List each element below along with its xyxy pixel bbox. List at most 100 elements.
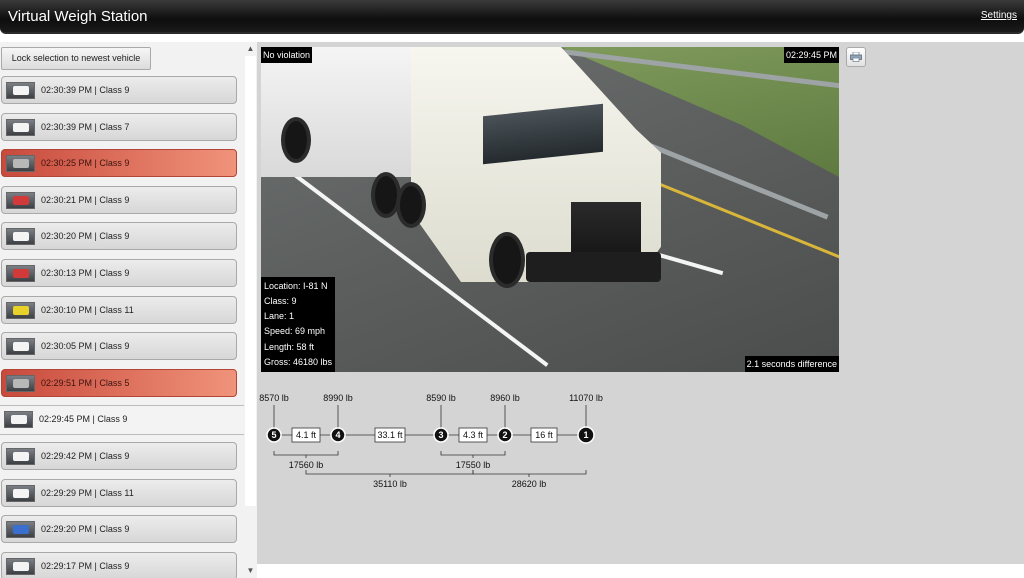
vehicle-thumbnail bbox=[6, 484, 35, 502]
vehicle-thumbnail bbox=[6, 191, 35, 209]
svg-text:5: 5 bbox=[271, 430, 276, 440]
vehicle-thumbnail bbox=[6, 82, 35, 99]
axle-spacing-4-5: 4.1 ft bbox=[291, 427, 321, 443]
truck-wheel bbox=[396, 182, 426, 228]
svg-text:4.3 ft: 4.3 ft bbox=[463, 430, 484, 440]
axle-weight-4: 8990 lb bbox=[323, 393, 353, 403]
svg-text:16 ft: 16 ft bbox=[535, 430, 553, 440]
svg-text:4: 4 bbox=[335, 430, 340, 440]
svg-text:3: 3 bbox=[438, 430, 443, 440]
axle-weight-1: 11070 lb bbox=[569, 393, 603, 403]
group-weight-tractor: 28620 lb bbox=[512, 479, 547, 489]
vehicle-thumbnail bbox=[6, 521, 35, 539]
truck-wheel bbox=[281, 117, 311, 163]
svg-text:33.1 ft: 33.1 ft bbox=[377, 430, 403, 440]
svg-text:4.1 ft: 4.1 ft bbox=[296, 430, 317, 440]
vehicle-thumbnail bbox=[6, 338, 35, 356]
group-weight-tandem-drive: 17550 lb bbox=[456, 460, 491, 470]
vehicle-thumbnail bbox=[6, 374, 35, 392]
capture-timestamp: 02:29:45 PM bbox=[783, 47, 839, 63]
axle-3: 3 bbox=[433, 427, 449, 443]
axle-spacing-2-3: 4.3 ft bbox=[458, 427, 488, 443]
axle-5: 5 bbox=[266, 427, 282, 443]
bottom-strip bbox=[257, 564, 1024, 578]
sidebar-scrollbar[interactable]: ▲ ▼ bbox=[244, 42, 257, 578]
vehicle-item-label: 02:29:20 PM | Class 9 bbox=[41, 524, 130, 535]
vehicle-list-item[interactable]: 02:29:29 PM | Class 11 bbox=[1, 478, 237, 507]
vehicle-list-item[interactable]: 02:29:17 PM | Class 9 bbox=[1, 551, 237, 578]
app-title: Virtual Weigh Station bbox=[8, 8, 148, 25]
camera-image: No violation 02:29:45 PM 2.1 seconds dif… bbox=[261, 47, 839, 372]
vehicle-list-item[interactable]: 02:29:51 PM | Class 5 bbox=[1, 368, 237, 397]
axle-2: 2 bbox=[497, 427, 513, 443]
vehicle-thumbnail bbox=[6, 301, 35, 319]
truck-wheel bbox=[489, 232, 525, 288]
main-panel: No violation 02:29:45 PM 2.1 seconds dif… bbox=[257, 42, 1024, 564]
vehicle-details: Location: I-81 N Class: 9 Lane: 1 Speed:… bbox=[261, 276, 336, 372]
vehicle-list-item[interactable]: 02:30:21 PM | Class 9 bbox=[1, 185, 237, 214]
lane-line bbox=[654, 252, 724, 276]
vehicle-item-label: 02:30:39 PM | Class 7 bbox=[41, 121, 130, 132]
truck-bumper bbox=[526, 252, 661, 282]
detail-length: Length: 58 ft bbox=[264, 341, 315, 352]
vehicle-thumbnail bbox=[6, 228, 35, 246]
detail-lane: Lane: 1 bbox=[264, 311, 295, 322]
vehicle-item-label: 02:29:45 PM | Class 9 bbox=[39, 414, 128, 425]
vehicle-item-label: 02:30:05 PM | Class 9 bbox=[41, 341, 130, 352]
vehicle-list-item[interactable]: 02:30:10 PM | Class 11 bbox=[1, 295, 237, 324]
group-weight-trailer: 35110 lb bbox=[373, 479, 407, 489]
vehicle-item-label: 02:29:42 PM | Class 9 bbox=[41, 451, 130, 461]
axle-diagram: 8570 lb 8990 lb 8590 lb 8960 lb 11070 lb… bbox=[259, 393, 603, 489]
violation-status: No violation bbox=[261, 47, 313, 63]
vehicle-thumbnail bbox=[6, 155, 35, 173]
vehicle-thumbnail bbox=[6, 557, 35, 575]
vehicle-item-label: 02:30:20 PM | Class 9 bbox=[41, 231, 130, 242]
vehicle-thumbnail bbox=[6, 448, 35, 465]
vehicle-list-item[interactable]: 02:30:13 PM | Class 9 bbox=[1, 259, 237, 287]
lock-newest-button[interactable]: Lock selection to newest vehicle bbox=[1, 47, 151, 70]
vehicle-list-item[interactable]: 02:30:20 PM | Class 9 bbox=[1, 222, 237, 251]
detail-gross: Gross: 46180 lbs bbox=[264, 356, 333, 367]
vehicle-thumbnail bbox=[6, 118, 35, 136]
chevron-down-icon[interactable]: ▼ bbox=[246, 566, 255, 575]
app-header: Virtual Weigh Station Settings bbox=[0, 0, 1024, 34]
detail-class: Class: 9 bbox=[264, 295, 297, 306]
scroll-thumb[interactable] bbox=[245, 56, 256, 506]
vehicle-item-label: 02:29:17 PM | Class 9 bbox=[41, 560, 130, 571]
chevron-up-icon[interactable]: ▲ bbox=[246, 44, 255, 53]
vehicle-item-label: 02:29:51 PM | Class 5 bbox=[41, 377, 130, 388]
printer-icon bbox=[850, 52, 862, 62]
vehicle-item-label: 02:30:39 PM | Class 9 bbox=[41, 85, 130, 95]
vehicle-item-label: 02:30:21 PM | Class 9 bbox=[41, 194, 130, 205]
vehicle-thumbnail bbox=[4, 411, 33, 429]
axle-weight-3: 8590 lb bbox=[426, 393, 456, 403]
svg-text:2: 2 bbox=[502, 430, 507, 440]
axle-weight-2: 8960 lb bbox=[490, 393, 520, 403]
vehicle-item-label: 02:30:13 PM | Class 9 bbox=[41, 268, 130, 278]
vehicle-list-item[interactable]: 02:30:39 PM | Class 7 bbox=[1, 112, 237, 141]
axle-spacing-3-4: 33.1 ft bbox=[374, 427, 406, 443]
time-difference: 2.1 seconds difference bbox=[744, 356, 839, 372]
vehicle-list-item[interactable]: 02:30:25 PM | Class 9 bbox=[1, 149, 237, 178]
axle-spacing-1-2: 16 ft bbox=[530, 427, 558, 443]
vehicle-list-item[interactable]: 02:30:39 PM | Class 9 bbox=[1, 76, 237, 104]
vehicle-thumbnail bbox=[6, 265, 35, 282]
vehicle-item-label: 02:30:25 PM | Class 9 bbox=[41, 158, 130, 169]
truck-trailer bbox=[261, 47, 411, 177]
axle-1: 1 bbox=[577, 426, 595, 444]
print-button[interactable] bbox=[846, 47, 866, 67]
vehicle-sidebar: Lock selection to newest vehicle 02:30:3… bbox=[0, 42, 257, 578]
vehicle-list-item[interactable]: 02:30:05 PM | Class 9 bbox=[1, 332, 237, 361]
detail-speed: Speed: 69 mph bbox=[264, 326, 326, 337]
vehicle-list-item[interactable]: 02:29:45 PM | Class 9 bbox=[0, 405, 244, 436]
group-weight-tandem-rear: 17560 lb bbox=[289, 460, 324, 470]
vehicle-item-label: 02:30:10 PM | Class 11 bbox=[41, 304, 134, 315]
axle-weight-5: 8570 lb bbox=[259, 393, 289, 403]
vehicle-list-item[interactable]: 02:29:42 PM | Class 9 bbox=[1, 442, 237, 470]
svg-text:1: 1 bbox=[583, 430, 588, 440]
axle-4: 4 bbox=[330, 427, 346, 443]
vehicle-list-item[interactable]: 02:29:20 PM | Class 9 bbox=[1, 515, 237, 544]
settings-link[interactable]: Settings bbox=[981, 10, 1017, 21]
vehicle-item-label: 02:29:29 PM | Class 11 bbox=[41, 487, 134, 498]
detail-location: Location: I-81 N bbox=[264, 280, 328, 291]
